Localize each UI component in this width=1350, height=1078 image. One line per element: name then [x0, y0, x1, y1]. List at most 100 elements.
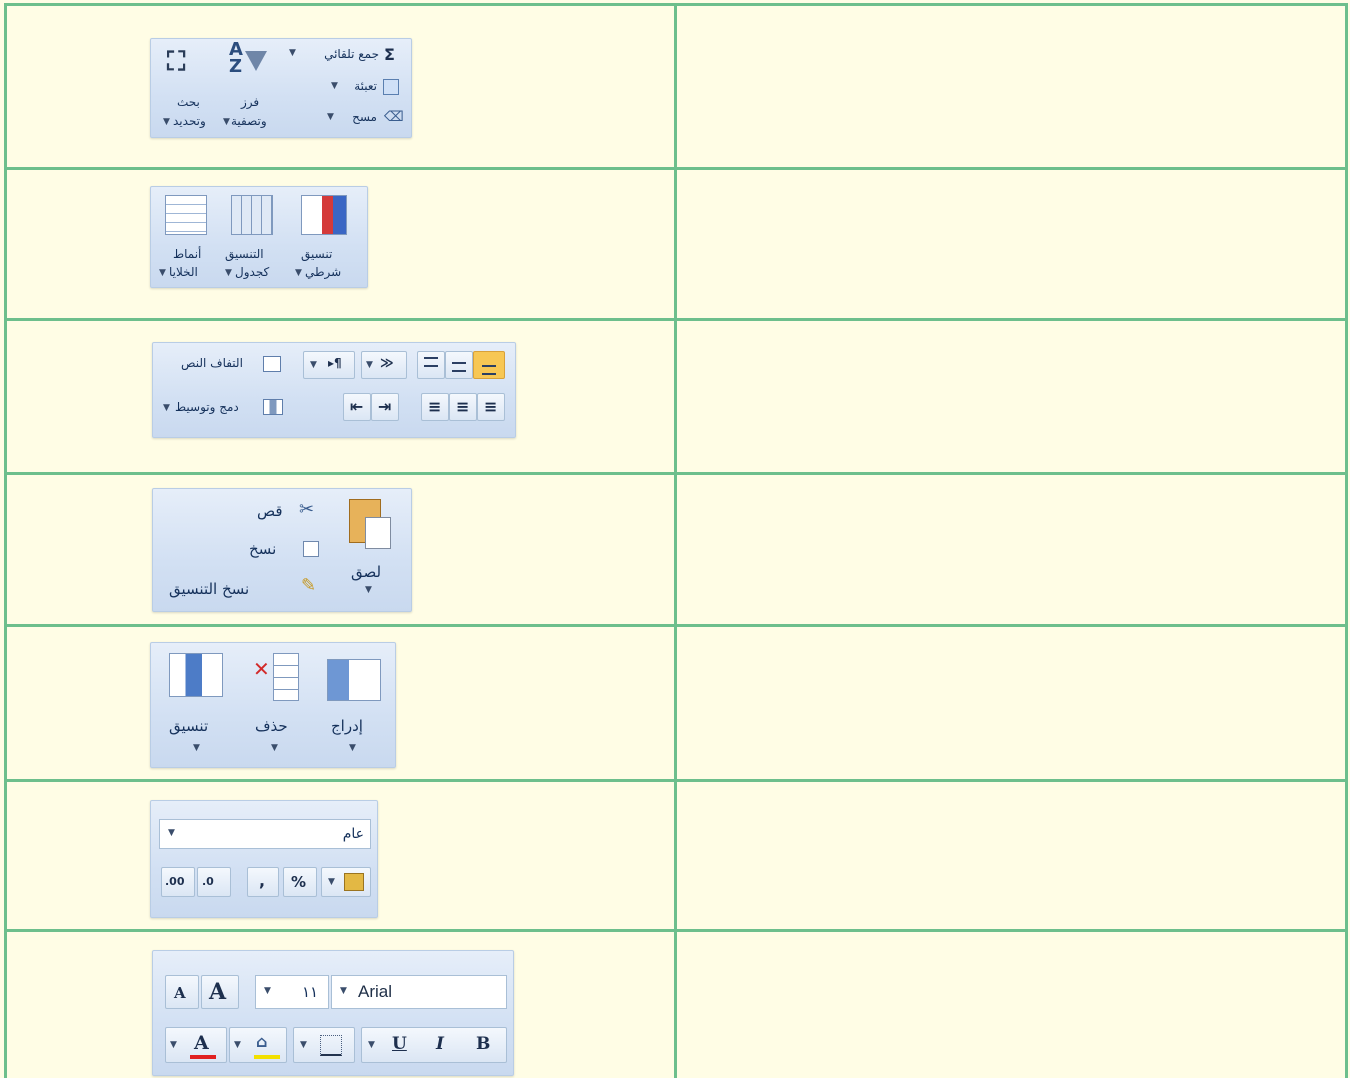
- eraser-icon[interactable]: ⌫: [384, 109, 404, 125]
- font-name-dropdown[interactable]: ▼ Arial: [331, 975, 507, 1009]
- bold-button[interactable]: B: [476, 1034, 490, 1054]
- chevron-down-icon: ▼: [264, 986, 271, 996]
- fill-color-button[interactable]: ▼ ⌂: [229, 1027, 287, 1063]
- insert-cells-icon[interactable]: [327, 659, 381, 701]
- chevron-down-icon[interactable]: ▼: [349, 743, 356, 753]
- chevron-down-icon[interactable]: ▼: [163, 403, 170, 413]
- wrap-text-button[interactable]: التفاف النص: [181, 356, 243, 370]
- clipboard-group: لصق ▼ ✂ قص نسخ ✎ نسخ التنسيق: [152, 488, 412, 612]
- align-top-icon: [424, 357, 438, 367]
- chevron-down-icon[interactable]: ▼: [331, 81, 338, 91]
- find-select-label-1[interactable]: بحث: [177, 95, 200, 109]
- cell-styles-label-2[interactable]: الخلايا: [169, 265, 198, 279]
- comma-button[interactable]: ,: [247, 867, 279, 897]
- find-select-label-2[interactable]: وتحديد: [173, 114, 206, 128]
- delete-button[interactable]: حذف: [255, 717, 288, 735]
- font-color-swatch: [190, 1055, 216, 1059]
- chevron-down-icon: ▼: [340, 986, 347, 996]
- format-table-label-2[interactable]: كجدول: [235, 265, 269, 279]
- text-style-buttons: ▼ U I B: [361, 1027, 507, 1063]
- fill-icon[interactable]: [383, 79, 399, 95]
- table-border-right: [1345, 4, 1348, 1078]
- number-format-dropdown[interactable]: عام ▼: [159, 819, 371, 849]
- format-table-icon[interactable]: [231, 195, 273, 235]
- format-button[interactable]: تنسيق: [169, 717, 208, 735]
- align-right-icon: ≡: [484, 397, 498, 416]
- paste-button[interactable]: لصق: [351, 563, 381, 581]
- autosum-button[interactable]: جمع تلقائي: [324, 47, 379, 61]
- scissors-icon[interactable]: ✂: [299, 499, 314, 520]
- align-bottom-button[interactable]: [473, 351, 505, 379]
- grow-font-label: A: [209, 979, 227, 1005]
- copy-button[interactable]: نسخ: [249, 540, 276, 558]
- fill-button[interactable]: تعبئة: [354, 79, 377, 93]
- chevron-down-icon[interactable]: ▼: [193, 743, 200, 753]
- chevron-down-icon[interactable]: ▼: [327, 112, 334, 122]
- format-cells-icon[interactable]: [169, 653, 223, 697]
- text-direction-button[interactable]: ▸¶ ▼: [303, 351, 355, 379]
- decrease-indent-icon: ⇤: [350, 397, 364, 416]
- chevron-down-icon[interactable]: ▼: [223, 117, 230, 127]
- sort-filter-icon[interactable]: AZ: [229, 41, 243, 76]
- conditional-formatting-label-2[interactable]: شرطي: [305, 265, 341, 279]
- wrap-text-icon[interactable]: [263, 356, 281, 372]
- increase-indent-icon: ⇥: [378, 397, 392, 416]
- format-painter-icon[interactable]: ✎: [301, 575, 316, 596]
- align-center-button[interactable]: ≡: [449, 393, 477, 421]
- orientation-button[interactable]: ≫ ▼: [361, 351, 407, 379]
- chevron-down-icon[interactable]: ▼: [295, 268, 302, 278]
- increase-decimal-button[interactable]: .00: [161, 867, 195, 897]
- font-name-value: Arial: [358, 982, 393, 1001]
- font-color-button[interactable]: ▼ A: [165, 1027, 227, 1063]
- copy-icon[interactable]: [303, 541, 319, 557]
- chevron-down-icon[interactable]: ▼: [225, 268, 232, 278]
- fill-color-swatch: [254, 1055, 280, 1059]
- sort-filter-label-1[interactable]: فرز: [241, 95, 259, 109]
- shrink-font-label: A: [174, 984, 186, 1002]
- binoculars-icon[interactable]: ⛶: [167, 47, 185, 78]
- font-size-dropdown[interactable]: ▼ ١١: [255, 975, 329, 1009]
- align-top-button[interactable]: [417, 351, 445, 379]
- decrease-indent-button[interactable]: ⇤: [343, 393, 371, 421]
- align-left-button[interactable]: ≡: [421, 393, 449, 421]
- decrease-decimal-button[interactable]: .0: [197, 867, 231, 897]
- format-table-label-1[interactable]: التنسيق: [225, 247, 264, 261]
- percent-button[interactable]: %: [283, 867, 317, 897]
- delete-x-icon: ✕: [253, 657, 270, 681]
- cell-styles-icon[interactable]: [165, 195, 207, 235]
- filter-funnel-icon: [245, 51, 267, 71]
- chevron-down-icon[interactable]: ▼: [159, 268, 166, 278]
- merge-center-icon[interactable]: [263, 399, 283, 415]
- font-group: A A ▼ ١١ ▼ Arial ▼ A ▼ ⌂ ▼ ▼ U I B: [152, 950, 514, 1076]
- styles-group: أنماط الخلايا ▼ التنسيق كجدول ▼ تنسيق شر…: [150, 186, 368, 288]
- chevron-down-icon[interactable]: ▼: [368, 1040, 375, 1050]
- underline-button[interactable]: U: [392, 1034, 407, 1054]
- merge-center-button[interactable]: دمج وتوسيط: [175, 400, 239, 414]
- sort-filter-label-2[interactable]: وتصفية: [231, 114, 267, 128]
- chevron-down-icon[interactable]: ▼: [163, 117, 170, 127]
- font-size-value: ١١: [302, 983, 319, 1001]
- borders-button[interactable]: ▼: [293, 1027, 355, 1063]
- align-middle-button[interactable]: [445, 351, 473, 379]
- chevron-down-icon[interactable]: ▼: [365, 585, 372, 595]
- chevron-down-icon[interactable]: ▼: [271, 743, 278, 753]
- chevron-down-icon[interactable]: ▼: [289, 48, 296, 58]
- cell-styles-label-1[interactable]: أنماط: [173, 247, 201, 261]
- conditional-formatting-icon[interactable]: [301, 195, 347, 235]
- currency-button[interactable]: ▼: [321, 867, 371, 897]
- clear-button[interactable]: مسح: [352, 110, 377, 124]
- table-column-divider: [674, 4, 677, 1078]
- align-right-button[interactable]: ≡: [477, 393, 505, 421]
- increase-indent-button[interactable]: ⇥: [371, 393, 399, 421]
- grow-font-button[interactable]: A: [201, 975, 239, 1009]
- shrink-font-button[interactable]: A: [165, 975, 199, 1009]
- delete-cells-icon[interactable]: [273, 653, 299, 701]
- insert-button[interactable]: إدراج: [331, 717, 363, 735]
- autosum-icon[interactable]: Σ: [384, 45, 395, 64]
- conditional-formatting-label-1[interactable]: تنسيق: [301, 247, 332, 261]
- percent-label: %: [291, 873, 307, 891]
- fill-bucket-icon: ⌂: [256, 1032, 268, 1051]
- format-painter-button[interactable]: نسخ التنسيق: [169, 580, 249, 598]
- italic-button[interactable]: I: [436, 1034, 444, 1054]
- cut-button[interactable]: قص: [257, 502, 283, 520]
